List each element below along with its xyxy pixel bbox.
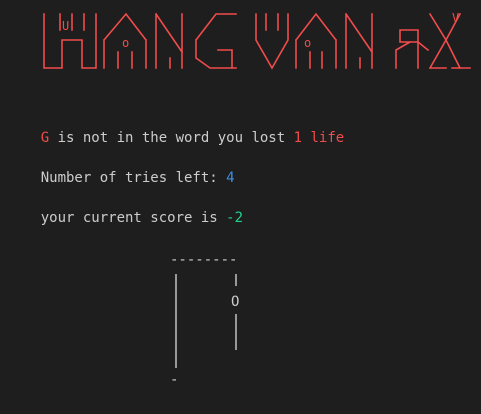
gallows-base: - <box>170 372 178 388</box>
score-value: -2 <box>226 210 244 226</box>
score-label: your current score is <box>40 210 227 226</box>
lives-lost-count: 1 <box>293 130 303 146</box>
gallows-drawing: -------- O - <box>170 252 239 388</box>
svg-text:V: V <box>452 11 459 25</box>
svg-text:o: o <box>122 36 129 50</box>
hangman-head: O <box>231 294 239 310</box>
gallows-top-beam: -------- <box>170 252 237 268</box>
tries-value: 4 <box>226 170 235 186</box>
svg-text:o: o <box>304 36 311 50</box>
terminal-output: U o o V G is not in the word you lost 1 … <box>0 0 481 414</box>
score-line: your current score is -2 <box>7 194 243 242</box>
ascii-art-banner: U o o V <box>0 0 481 80</box>
tries-label: Number of tries left: <box>40 170 227 186</box>
hangman-gallows: -------- O - <box>0 250 481 400</box>
message-suffix: life <box>302 130 345 146</box>
svg-text:U: U <box>62 19 69 33</box>
banner-art: U o o V <box>43 11 471 70</box>
message-middle: is not in the word you lost <box>49 130 294 146</box>
guessed-letter: G <box>40 130 50 146</box>
